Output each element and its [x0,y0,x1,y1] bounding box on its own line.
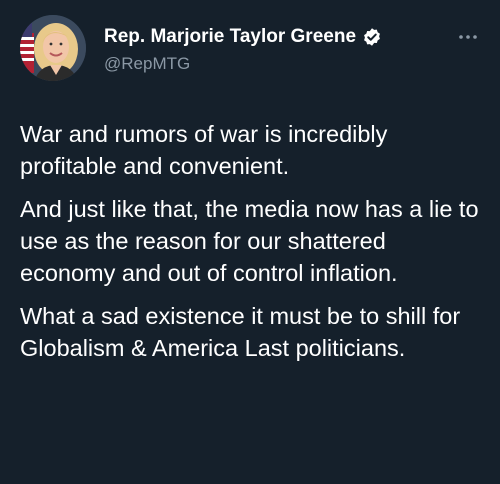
display-name-row: Rep. Marjorie Taylor Greene [104,25,382,49]
avatar[interactable] [20,15,86,81]
verified-badge-icon [362,27,382,47]
profile-photo-icon [20,15,86,81]
author-names: Rep. Marjorie Taylor Greene @RepMTG [104,25,382,74]
display-name[interactable]: Rep. Marjorie Taylor Greene [104,26,356,48]
handle[interactable]: @RepMTG [104,54,382,74]
tweet-text: War and rumors of war is incredibly prof… [20,118,485,375]
tweet-card: Rep. Marjorie Taylor Greene @RepMTG War … [0,0,500,484]
tweet-paragraph: War and rumors of war is incredibly prof… [20,121,388,179]
tweet-paragraph: What a sad existence it must be to shill… [20,303,461,361]
more-horizontal-icon[interactable] [456,27,480,47]
tweet-header: Rep. Marjorie Taylor Greene @RepMTG [20,15,480,85]
tweet-paragraph: And just like that, the media now has a … [20,196,479,286]
